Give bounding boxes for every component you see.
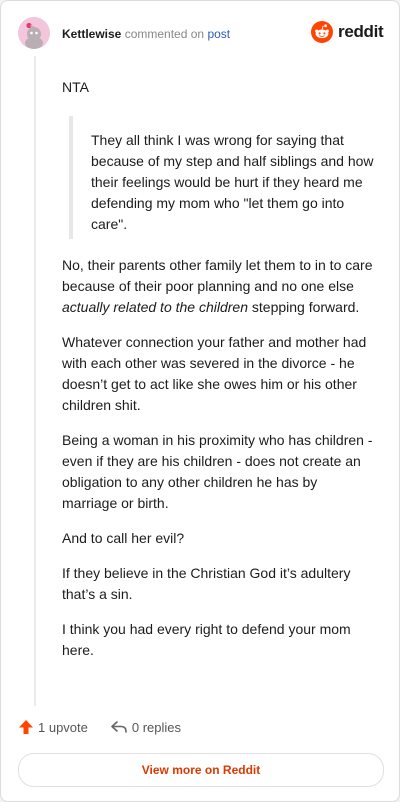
upvote-button[interactable]: 1 upvote [18, 719, 88, 735]
quote-text: They all think I was wrong for saying th… [91, 132, 374, 232]
comment-first-line: NTA [62, 79, 89, 95]
action-text: commented on [124, 27, 205, 41]
reply-arrow-icon [111, 721, 127, 733]
comment-paragraph-5: If they believe in the Christian God it’… [62, 565, 351, 602]
thread-line [34, 56, 36, 706]
avatar[interactable] [18, 17, 50, 49]
comment-paragraph-1: No, their parents other family let them … [62, 255, 376, 318]
comment-body: NTA They all think I was wrong for sayin… [62, 77, 376, 675]
blockquote: They all think I was wrong for saying th… [69, 116, 376, 239]
comment-paragraph-2: Whatever connection your father and moth… [62, 334, 367, 413]
username-link[interactable]: Kettlewise [62, 27, 121, 41]
snoo-avatar-icon [18, 17, 50, 49]
replies-count: 0 replies [131, 719, 182, 735]
comment-paragraph-4: And to call her evil? [62, 530, 185, 546]
comment-actions: 1 upvote 0 replies [18, 719, 203, 735]
embedded-comment-card: Kettlewise commented on post reddit NTA … [0, 0, 400, 802]
reddit-wordmark: reddit [338, 22, 384, 41]
post-link[interactable]: post [207, 27, 230, 41]
upvote-arrow-icon [19, 720, 33, 734]
replies-button[interactable]: 0 replies [110, 719, 181, 735]
comment-paragraph-6: I think you had every right to defend yo… [62, 621, 351, 658]
comment-paragraph-3: Being a woman in his proximity who has c… [62, 432, 373, 511]
reddit-snoo-icon [311, 21, 333, 43]
comment-header: Kettlewise commented on post [62, 27, 230, 41]
p1-emphasis: actually related to the children [62, 299, 248, 315]
p1-start: No, their parents other family let them … [62, 257, 373, 294]
upvote-count: 1 upvote [38, 719, 88, 735]
p1-end: stepping forward. [248, 299, 360, 315]
reddit-logo[interactable]: reddit [311, 21, 384, 43]
view-more-button[interactable]: View more on Reddit [18, 753, 384, 787]
